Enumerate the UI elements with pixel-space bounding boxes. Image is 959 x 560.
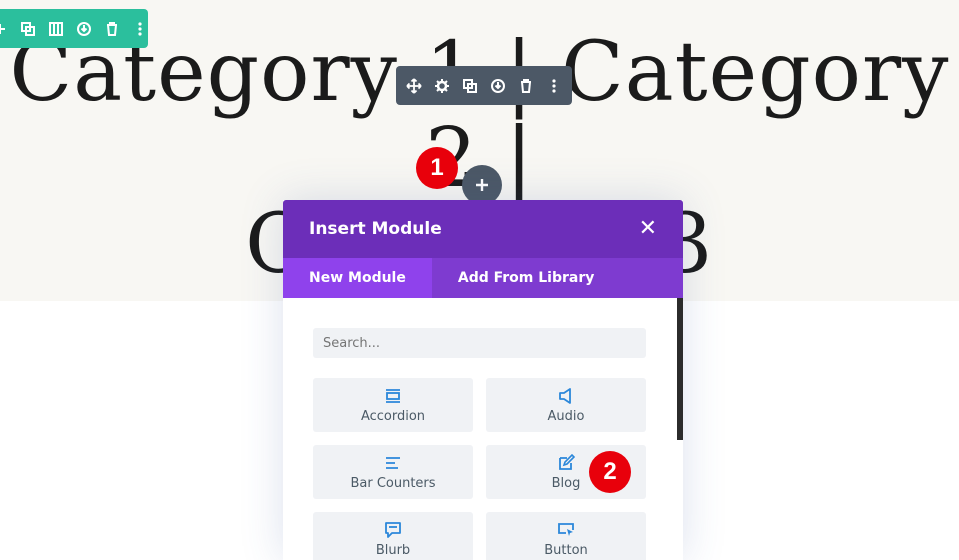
- module-label: Accordion: [360, 408, 426, 424]
- delete-icon[interactable]: [103, 20, 120, 38]
- settings-icon[interactable]: [433, 77, 451, 95]
- modal-body: Accordion Audio Bar Counters Blog: [283, 298, 683, 560]
- save-icon[interactable]: [489, 77, 507, 95]
- accordion-icon: [386, 388, 400, 403]
- module-label: Blurb: [375, 542, 411, 558]
- module-label: Blog: [551, 475, 581, 491]
- module-tile-button[interactable]: Button: [486, 512, 646, 560]
- add-module-button[interactable]: [462, 165, 502, 205]
- modal-title: Insert Module: [309, 219, 442, 239]
- insert-module-modal: Insert Module ✕ New Module Add From Libr…: [283, 200, 683, 560]
- move-icon[interactable]: [405, 77, 423, 95]
- more-icon[interactable]: [545, 77, 563, 95]
- module-label: Button: [544, 542, 588, 558]
- close-icon[interactable]: ✕: [639, 218, 657, 240]
- module-label: Bar Counters: [350, 475, 436, 491]
- tab-new-module[interactable]: New Module: [283, 258, 432, 298]
- save-icon[interactable]: [75, 20, 92, 38]
- search-input[interactable]: [313, 328, 646, 358]
- columns-icon[interactable]: [48, 20, 65, 38]
- modal-header: Insert Module ✕: [283, 200, 683, 258]
- module-tile-bar-counters[interactable]: Bar Counters: [313, 445, 473, 499]
- duplicate-icon[interactable]: [20, 20, 37, 38]
- section-toolbar: [0, 9, 148, 48]
- modal-tabs: New Module Add From Library: [283, 258, 683, 298]
- module-tile-blurb[interactable]: Blurb: [313, 512, 473, 560]
- plus-icon: [476, 179, 488, 191]
- blog-icon: [559, 453, 575, 470]
- more-icon[interactable]: [131, 20, 148, 38]
- bar-counters-icon: [386, 456, 400, 469]
- step-1-badge: 1: [416, 147, 458, 189]
- step-2-badge: 2: [589, 451, 631, 493]
- module-tile-audio[interactable]: Audio: [486, 378, 646, 432]
- module-toolbar: [396, 66, 572, 105]
- scrollbar[interactable]: [677, 298, 683, 440]
- duplicate-icon[interactable]: [461, 77, 479, 95]
- audio-icon: [559, 387, 571, 404]
- module-tile-accordion[interactable]: Accordion: [313, 378, 473, 432]
- button-icon: [558, 522, 574, 536]
- tab-add-from-library[interactable]: Add From Library: [432, 258, 621, 298]
- module-label: Audio: [547, 408, 585, 424]
- add-icon[interactable]: [0, 20, 9, 38]
- blurb-icon: [385, 521, 401, 538]
- delete-icon[interactable]: [517, 77, 535, 95]
